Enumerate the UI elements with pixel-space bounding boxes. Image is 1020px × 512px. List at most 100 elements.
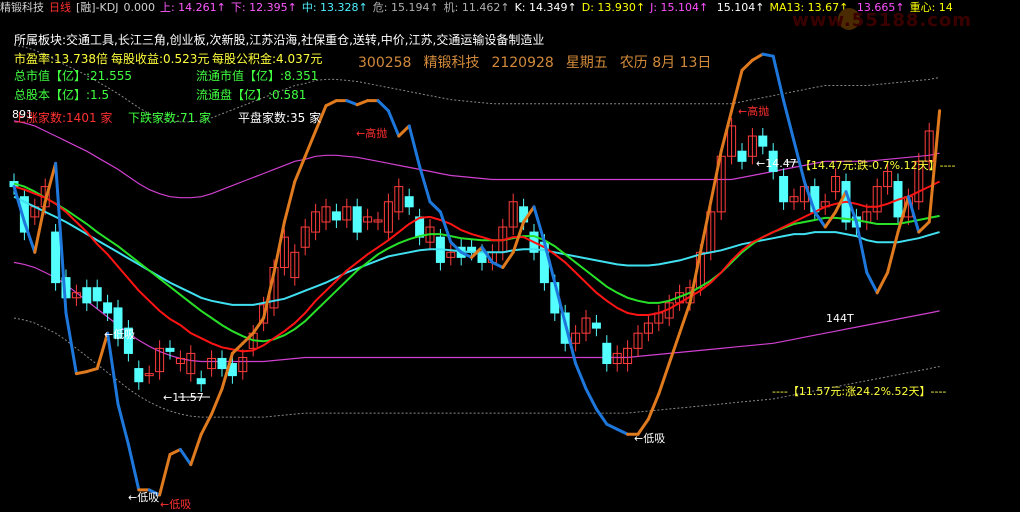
- signal-line-segment: [584, 387, 598, 411]
- signal-line-segment: [272, 220, 286, 275]
- candle-body: [92, 287, 102, 302]
- low-price-label: ←11.57: [163, 391, 204, 404]
- eps: 每股收益:0.523元: [111, 52, 210, 66]
- header-item-4: 机: 11.462↑: [443, 1, 510, 14]
- candle-body: [737, 150, 747, 162]
- lunar-date: 农历 8月 13日: [619, 55, 712, 71]
- candle-body: [51, 231, 61, 284]
- signal-line-segment: [407, 124, 422, 168]
- signal-line-segment: [345, 99, 359, 107]
- signal-line-segment: [397, 124, 411, 138]
- header-item-0: 上: 14.261↑: [159, 1, 226, 14]
- signal-line-segment: [688, 250, 702, 305]
- signal-line-segment: [574, 362, 588, 391]
- signal-line-segment: [376, 99, 390, 113]
- stock-title-name: 精锻科技: [423, 55, 480, 71]
- signal-line-segment: [865, 271, 879, 295]
- signal-line-segment: [740, 58, 754, 72]
- signal-line-segment: [678, 301, 692, 335]
- candle-body: [196, 378, 206, 385]
- signal-line-segment: [605, 422, 619, 431]
- header-item-1: 下: 12.395↑: [230, 1, 297, 14]
- lower-band: [13, 261, 940, 363]
- signal-line-segment: [85, 367, 99, 374]
- signal-line-segment: [657, 362, 671, 396]
- header-item-7: J: 15.104↑: [650, 1, 709, 14]
- float-shares: 流通盘【亿】:0.581: [196, 88, 307, 102]
- signal-line-segment: [178, 447, 193, 467]
- weekday: 星期五: [565, 55, 608, 71]
- signal-line-segment: [241, 331, 255, 345]
- candle-body: [165, 347, 175, 352]
- signal-line-segment: [116, 402, 130, 446]
- candle-body: [331, 211, 341, 221]
- signal-line-segment: [490, 260, 505, 269]
- indicator-name[interactable]: [融]-KDJ: [76, 1, 118, 14]
- candle-body: [352, 206, 362, 233]
- header-item-6: D: 13.930↑: [581, 1, 646, 14]
- watermark: www.55188.com: [792, 10, 972, 31]
- capital-reserve: 每股公积金:4.037元: [212, 52, 323, 66]
- header-item-5: K: 14.349↑: [514, 1, 577, 14]
- signal-line-segment: [22, 220, 37, 254]
- signal-line-segment: [106, 331, 120, 406]
- sector-info: 所属板块:交通工具,长江三角,创业板,次新股,江苏沿海,社保重仓,送转,中价,江…: [14, 33, 545, 47]
- signal-line-segment: [210, 387, 224, 416]
- unchanged-count: 平盘家数:35 家: [238, 111, 322, 125]
- signal-line-segment: [594, 407, 609, 426]
- stock-name[interactable]: 精锻科技: [0, 1, 44, 14]
- period-label[interactable]: 日线: [49, 1, 71, 14]
- header-item-8: 15.104↑: [713, 1, 765, 14]
- signal-line-segment: [126, 442, 141, 492]
- ma-green-line: [13, 182, 940, 343]
- value-891-label: 891: [12, 108, 33, 121]
- buy-signal-1: ←低吸: [104, 328, 136, 341]
- signal-line-segment: [251, 316, 266, 335]
- buy-signal-4: ←低吸: [634, 432, 666, 445]
- signal-line-segment: [646, 392, 661, 421]
- header-item-3: 危: 15.194↑: [372, 1, 439, 14]
- signal-line-segment: [709, 149, 723, 204]
- high-price-label: ←14.47: [756, 157, 797, 170]
- sell-signal-2: ←高抛: [738, 105, 770, 118]
- candle-body: [591, 322, 601, 329]
- signal-line-segment: [750, 52, 765, 62]
- signal-line-segment: [282, 180, 297, 224]
- candle-body: [217, 357, 227, 370]
- signal-line-segment: [886, 230, 900, 275]
- sell-signal-1: ←高抛: [356, 127, 388, 140]
- signal-line-segment: [262, 271, 276, 320]
- ma-red-line: [13, 180, 941, 353]
- signal-line-segment: [355, 99, 370, 107]
- indicator-value: 0.000: [123, 1, 155, 14]
- signal-line-segment: [386, 109, 401, 138]
- candle-body: [134, 368, 144, 383]
- signal-line-segment: [158, 453, 172, 497]
- signal-line-segment: [64, 311, 78, 376]
- candle-body: [758, 135, 768, 147]
- top-price-info: 【14.47元:跌-0.7%.12天】----: [800, 159, 956, 172]
- decliners-count: 下跌家数:71 家: [128, 111, 212, 125]
- signal-line-segment: [501, 250, 515, 269]
- signal-line-segment: [168, 447, 182, 457]
- signal-line-segment: [761, 52, 775, 58]
- signal-line-segment: [428, 200, 442, 214]
- candle-body: [602, 342, 612, 365]
- signal-line-segment: [189, 432, 203, 467]
- header-item-2: 中: 13.328↑: [301, 1, 368, 14]
- stock-code: 300258: [358, 55, 412, 71]
- signal-line-segment: [43, 161, 58, 204]
- signal-line-segment: [615, 427, 630, 436]
- trade-date: 2120928: [491, 55, 554, 71]
- kline-chart[interactable]: [0, 0, 1020, 505]
- signal-line-segment: [303, 129, 318, 158]
- signal-line-segment: [719, 109, 734, 153]
- signal-line-segment: [667, 331, 682, 366]
- stock-title-line: 300258 精锻科技 2120928 星期五 农历 8月 13日: [358, 52, 723, 72]
- days-144-label: 144T: [826, 312, 854, 325]
- signal-line-segment: [917, 220, 931, 234]
- signal-line-segment: [782, 99, 796, 143]
- signal-line-segment: [823, 210, 838, 229]
- candle-body: [404, 196, 414, 208]
- bottom-price-info: ----【11.57元:涨24.2%.52天】----: [772, 385, 947, 398]
